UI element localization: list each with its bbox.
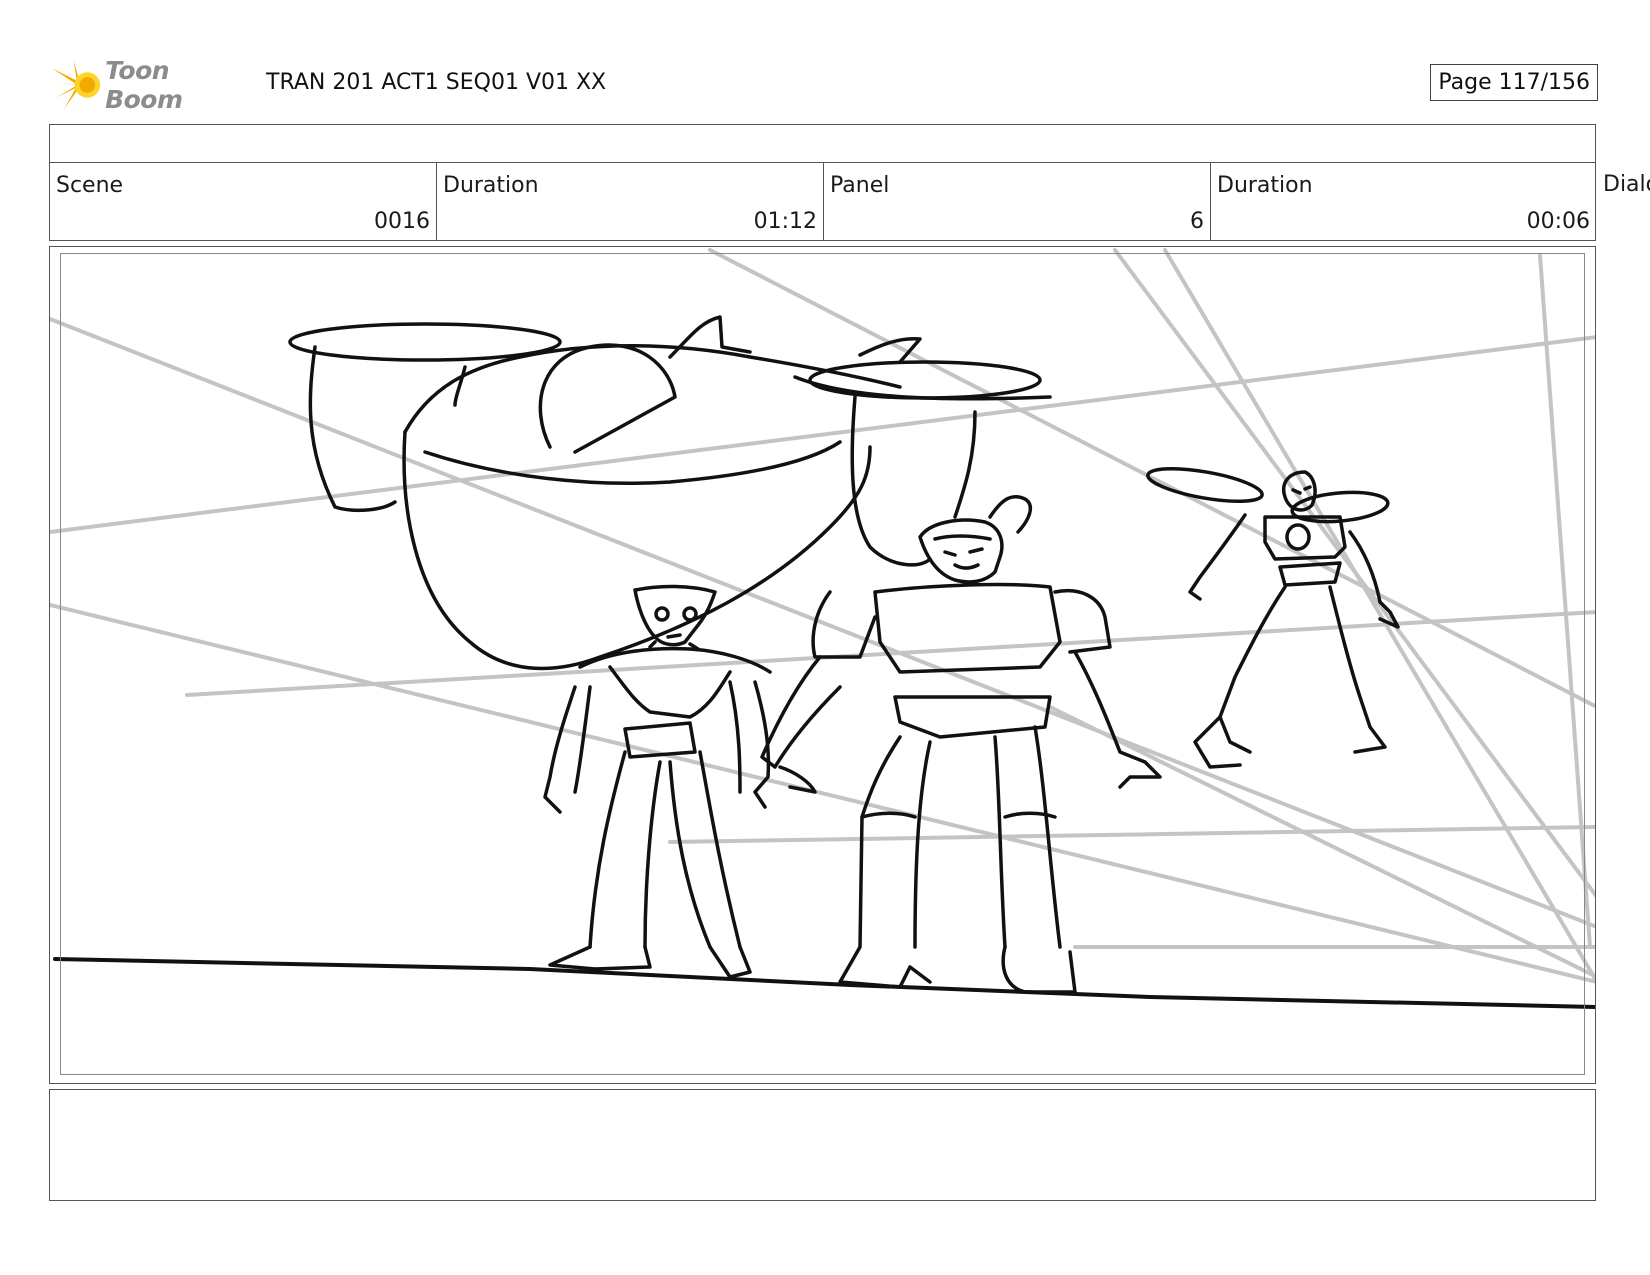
scene-cell: Scene 0016 [50, 163, 437, 240]
panel-image-frame [49, 246, 1596, 1084]
storyboard-page: Toon Boom TRAN 201 ACT1 SEQ01 V01 XX Pag… [0, 0, 1650, 1275]
toon-boom-logo: Toon Boom [52, 56, 252, 114]
panel-label: Panel [830, 173, 890, 198]
sun-burst-icon [52, 60, 101, 110]
panel-safe-frame [60, 253, 1585, 1075]
page-number: Page 117/156 [1430, 64, 1598, 101]
panel-duration-label: Duration [1217, 173, 1313, 198]
info-top-strip [49, 124, 1596, 162]
dialog-notes-box [49, 1089, 1596, 1201]
scene-label: Scene [56, 173, 124, 198]
scene-value: 0016 [374, 209, 430, 234]
scene-duration-cell: Duration 01:12 [437, 163, 824, 240]
panel-duration-cell: Duration 00:06 [1211, 163, 1596, 240]
info-table: Scene 0016 Duration 01:12 Panel 6 Durati… [49, 162, 1596, 241]
panel-duration-value: 00:06 [1526, 209, 1590, 234]
scene-duration-value: 01:12 [753, 209, 817, 234]
scene-duration-label: Duration [443, 173, 539, 198]
dialog-label: Dialog [1603, 172, 1650, 197]
logo-wordmark: Toon Boom [105, 56, 183, 114]
panel-value: 6 [1190, 209, 1204, 234]
panel-cell: Panel 6 [824, 163, 1211, 240]
document-title: TRAN 201 ACT1 SEQ01 V01 XX [266, 70, 607, 95]
